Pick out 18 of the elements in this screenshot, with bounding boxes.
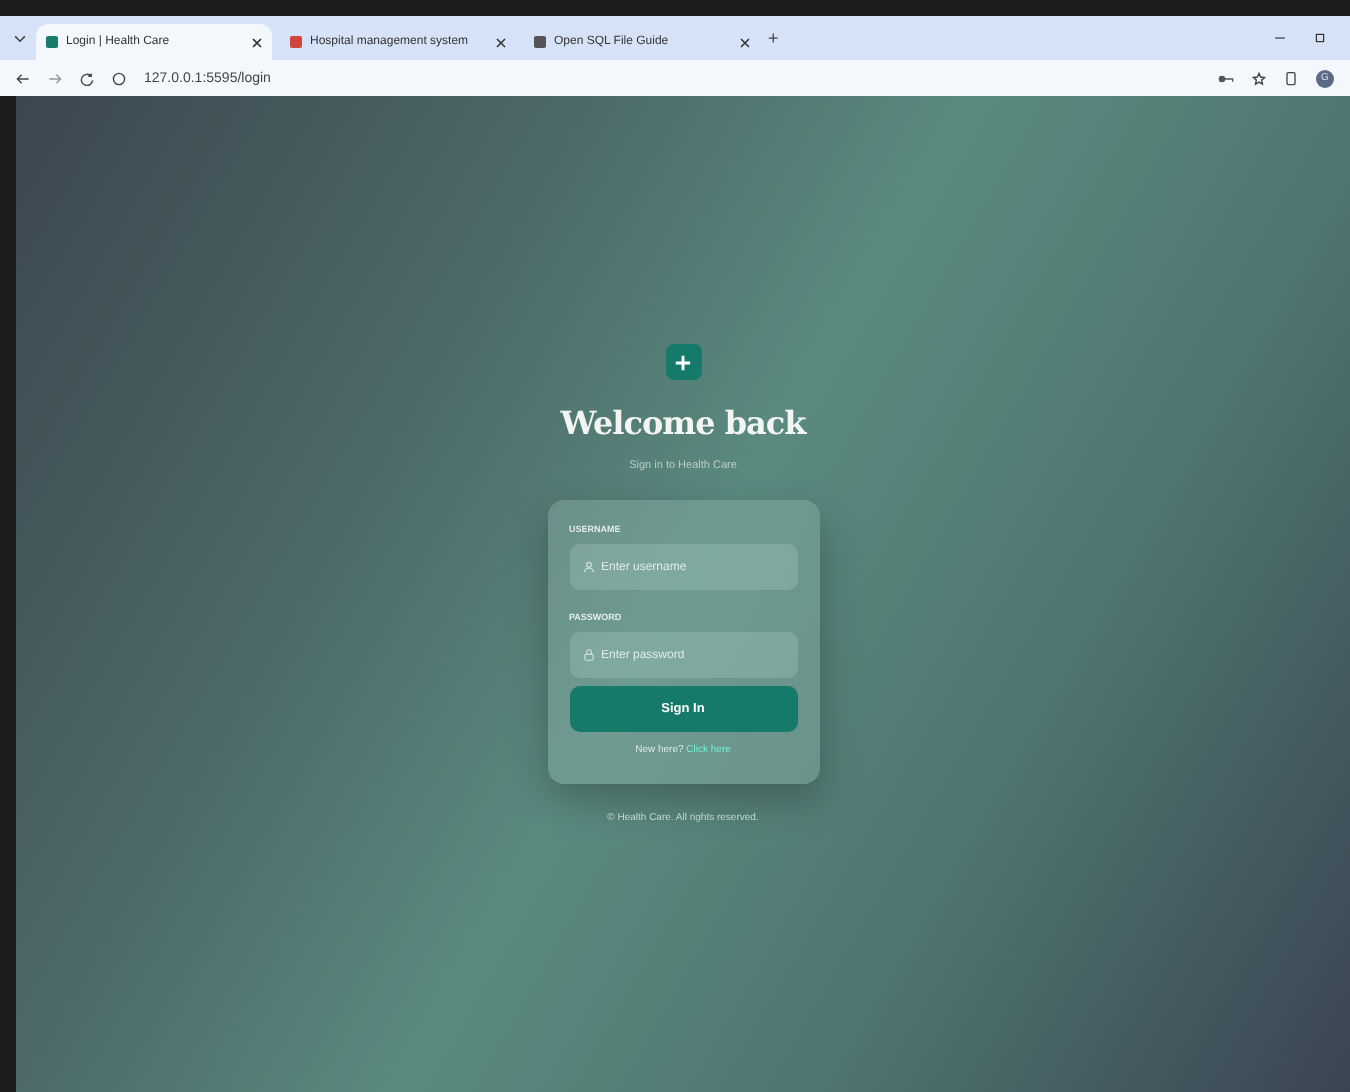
reload-icon[interactable] [80, 71, 94, 85]
new-tab-button[interactable]: + [768, 28, 779, 48]
favicon-icon [46, 36, 58, 48]
key-icon[interactable] [1218, 71, 1234, 85]
close-icon[interactable] [496, 37, 506, 47]
minimize-icon[interactable] [1274, 32, 1286, 44]
logo-icon [665, 344, 701, 380]
lock-icon [581, 648, 595, 662]
page-title: Welcome back [560, 404, 806, 442]
restore-icon[interactable] [1314, 32, 1326, 44]
back-icon[interactable] [16, 71, 30, 85]
user-icon [581, 560, 595, 574]
favicon-icon [534, 36, 546, 48]
star-icon[interactable] [1252, 71, 1266, 85]
close-icon[interactable] [740, 37, 750, 47]
favicon-icon [290, 36, 302, 48]
close-icon[interactable] [252, 37, 262, 47]
tab-list-icon[interactable] [12, 30, 28, 46]
